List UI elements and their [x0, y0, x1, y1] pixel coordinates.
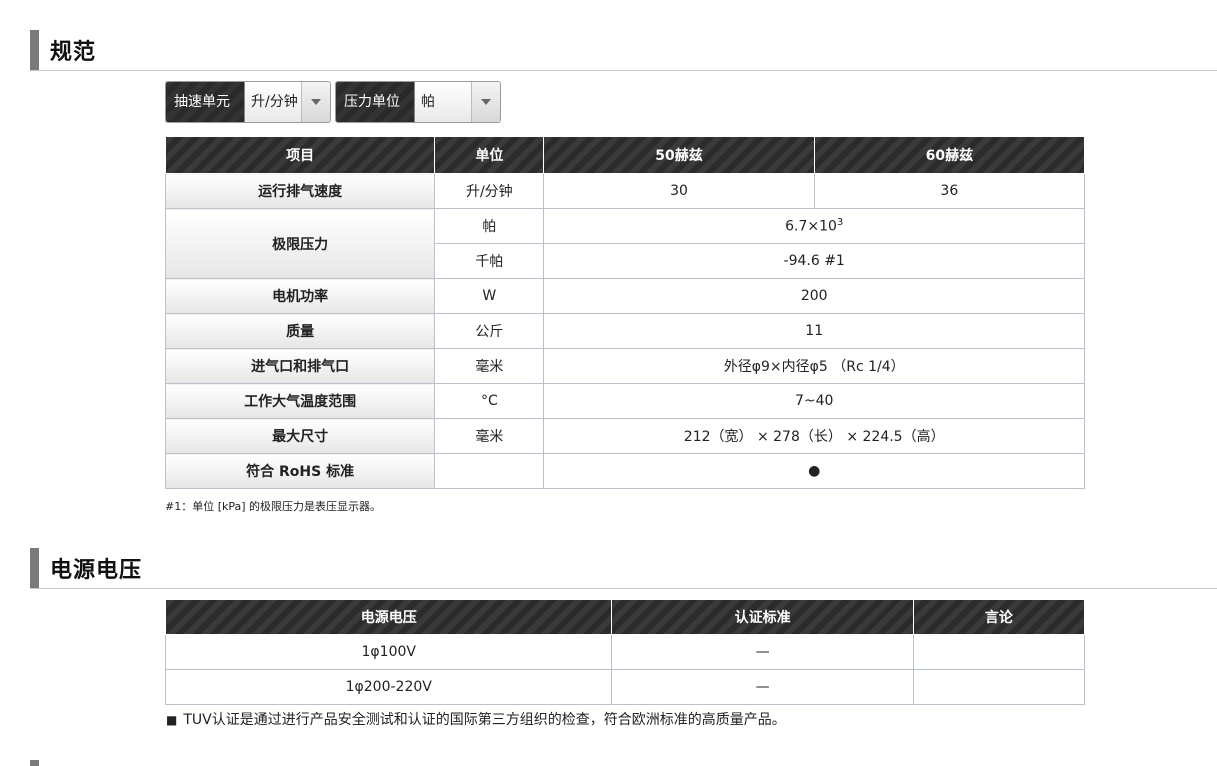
rohs-compliant-dot: ● — [543, 453, 1085, 489]
tuv-note-text: TUV认证是通过进行产品安全测试和认证的国际第三方组织的检查，符合欧洲标准的高质… — [183, 712, 786, 728]
table-header-row: 项目 单位 50赫兹 60赫兹 — [164, 136, 1086, 174]
value-cell: 11 — [543, 313, 1085, 349]
col-header-50hz: 50赫兹 — [543, 136, 815, 174]
pressure-unit-value[interactable]: 帕 — [415, 82, 474, 122]
table-row: 1φ200-220V — — [164, 669, 1086, 705]
power-table: 电源电压 认证标准 言论 1φ100V — 1φ200-220V — — [164, 599, 1086, 705]
spec-section-title: 规范 — [50, 40, 97, 65]
value-50hz: 30 — [543, 173, 815, 209]
chevron-down-icon[interactable] — [301, 82, 330, 122]
speed-unit-select[interactable]: 抽速单元 升/分钟 — [165, 81, 331, 123]
unit-cell: 帕 — [434, 208, 545, 244]
row-label-temp-range: 工作大气温度范围 — [164, 383, 436, 419]
unit-cell: 千帕 — [434, 243, 545, 279]
table-row: 电机功率 W 200 — [164, 278, 1085, 314]
col-header-voltage: 电源电压 — [164, 599, 613, 635]
spec-table: 项目 单位 50赫兹 60赫兹 运行排气速度 升/分钟 30 36 极限压力 帕… — [164, 136, 1086, 489]
pressure-unit-label: 压力单位 — [336, 82, 415, 122]
power-section-heading: 电源电压 — [30, 548, 1217, 589]
table-row: 质量 公斤 11 — [164, 313, 1085, 349]
row-label-max-size: 最大尺寸 — [164, 418, 436, 454]
pressure-pa-value: 6.7×10 — [785, 218, 837, 235]
row-label-mass: 质量 — [164, 313, 436, 349]
unit-cell: W — [434, 278, 545, 314]
speed-unit-value[interactable]: 升/分钟 — [245, 82, 304, 122]
heading-accent-bar — [30, 548, 39, 588]
col-header-unit: 单位 — [434, 136, 545, 174]
spec-section-heading: 规范 — [30, 30, 1217, 71]
power-section-title: 电源电压 — [50, 558, 143, 583]
row-label-ultimate-pressure: 极限压力 — [164, 208, 436, 279]
chevron-down-icon[interactable] — [471, 82, 500, 122]
unit-cell: 毫米 — [434, 348, 545, 384]
value-cell: 6.7×103 — [543, 208, 1085, 244]
unit-cell: 公斤 — [434, 313, 545, 349]
value-cell: 7~40 — [543, 383, 1085, 419]
row-label-pumping-speed: 运行排气速度 — [164, 173, 436, 209]
table-row: 极限压力 帕 6.7×103 — [164, 208, 1085, 279]
col-header-cert: 认证标准 — [611, 599, 914, 635]
row-label-motor-power: 电机功率 — [164, 278, 436, 314]
table-row: 运行排气速度 升/分钟 30 36 — [164, 173, 1086, 209]
value-cell: 200 — [543, 278, 1085, 314]
unit-cell: °C — [434, 383, 545, 419]
heading-accent-bar — [30, 760, 39, 766]
value-cell: -94.6 #1 — [543, 243, 1085, 279]
heading-accent-bar — [30, 30, 39, 70]
cert-cell: — — [611, 669, 914, 705]
value-cell: 外径φ9×内径φ5 （Rc 1/4） — [543, 348, 1085, 384]
unit-cell — [434, 453, 545, 489]
table-row: 最大尺寸 毫米 212（宽） × 278（长） × 224.5（高） — [164, 418, 1085, 454]
unit-cell: 升/分钟 — [434, 173, 545, 209]
square-bullet-icon: ■ — [166, 713, 178, 727]
table-header-row: 电源电压 认证标准 言论 — [164, 599, 1086, 635]
value-60hz: 36 — [813, 173, 1086, 209]
pressure-unit-select[interactable]: 压力单位 帕 — [335, 81, 501, 123]
pressure-pa-exponent: 3 — [836, 217, 844, 229]
voltage-cell: 1φ100V — [164, 634, 613, 670]
value-cell: 212（宽） × 278（长） × 224.5（高） — [543, 418, 1085, 454]
voltage-cell: 1φ200-220V — [164, 669, 613, 705]
col-header-60hz: 60赫兹 — [813, 136, 1086, 174]
row-label-rohs: 符合 RoHS 标准 — [164, 453, 436, 489]
spec-footnote: #1：单位 [kPa] 的极限压力是表压显示器。 — [165, 500, 382, 513]
remark-cell — [912, 634, 1086, 670]
col-header-item: 项目 — [164, 136, 436, 174]
unit-cell: 毫米 — [434, 418, 545, 454]
table-row: 进气口和排气口 毫米 外径φ9×内径φ5 （Rc 1/4） — [164, 348, 1085, 384]
row-label-ports: 进气口和排气口 — [164, 348, 436, 384]
tuv-note: ■ TUV认证是通过进行产品安全测试和认证的国际第三方组织的检查，符合欧洲标准的高… — [166, 709, 786, 729]
speed-unit-label: 抽速单元 — [166, 82, 245, 122]
remark-cell — [912, 669, 1086, 705]
table-row: 工作大气温度范围 °C 7~40 — [164, 383, 1085, 419]
cert-cell: — — [611, 634, 914, 670]
table-row: 1φ100V — — [164, 634, 1086, 670]
table-row: 符合 RoHS 标准 ● — [164, 453, 1085, 489]
col-header-remark: 言论 — [912, 599, 1086, 635]
